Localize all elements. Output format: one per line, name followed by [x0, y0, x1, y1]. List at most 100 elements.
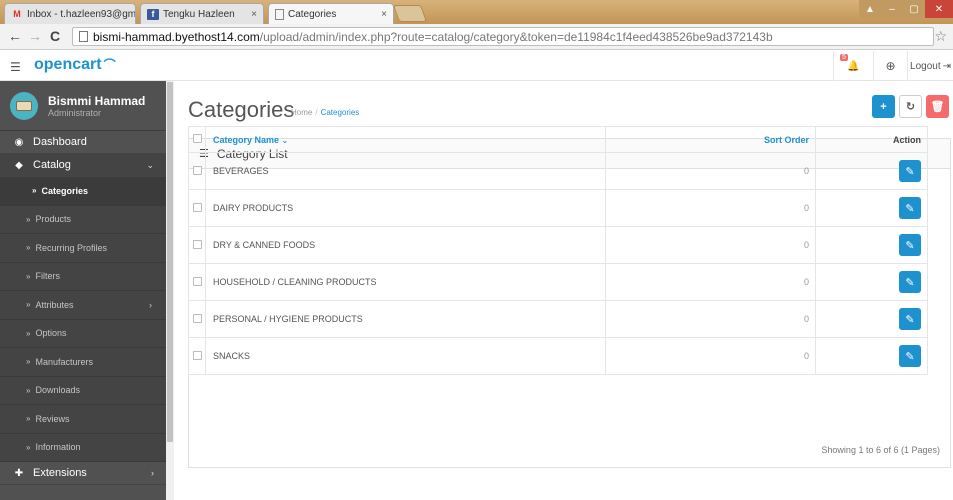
- back-arrow-icon[interactable]: ←: [8, 28, 22, 44]
- store-link-button[interactable]: ⊕: [873, 51, 907, 81]
- close-window-icon[interactable]: ✕: [925, 0, 953, 18]
- sidebar-item-catalog[interactable]: ◆ Catalog ⌄: [0, 154, 166, 177]
- forward-arrow-icon[interactable]: →: [28, 28, 42, 44]
- action-cell: ✎: [815, 337, 928, 375]
- sidebar-item-label: Attributes: [35, 299, 74, 310]
- sidebar-item-reviews[interactable]: » Reviews: [0, 405, 166, 434]
- table-row: DAIRY PRODUCTS 0 ✎: [188, 189, 928, 227]
- tab-close-icon[interactable]: ×: [377, 9, 387, 20]
- edit-button[interactable]: ✎: [899, 160, 921, 182]
- pencil-icon: ✎: [905, 239, 915, 252]
- sidebar-item-options[interactable]: » Options: [0, 319, 166, 348]
- sidebar-item-manufacturers[interactable]: » Manufacturers: [0, 348, 166, 377]
- sidebar-item-label: Recurring Profiles: [35, 242, 107, 253]
- sidebar-item-dashboard[interactable]: ◉ Dashboard: [0, 131, 166, 154]
- sidebar-item-label: Categories: [41, 185, 88, 196]
- edit-button[interactable]: ✎: [899, 234, 921, 256]
- table-row: PERSONAL / HYGIENE PRODUCTS 0 ✎: [188, 300, 928, 338]
- window-controls: ▲ – ▢ ✕: [859, 0, 953, 18]
- avatar: [10, 91, 38, 120]
- plus-icon: +: [880, 100, 887, 113]
- sidebar-item-label: Downloads: [35, 385, 80, 396]
- sidebar-scrollbar-thumb[interactable]: [167, 82, 173, 442]
- browser-tab-bar: M Inbox - t.hazleen93@gma × f Tengku Haz…: [0, 0, 953, 24]
- sidebar-item-label: Options: [35, 328, 67, 339]
- sidebar-item-information[interactable]: » Information: [0, 433, 166, 462]
- column-action-label: Action: [893, 134, 921, 145]
- bookmark-star-icon[interactable]: ☆: [934, 28, 947, 45]
- url-input[interactable]: bismi-hammad.byethost14.com/upload/admin…: [72, 27, 934, 46]
- column-header-name[interactable]: Category Name ⌄: [205, 126, 606, 153]
- edit-button[interactable]: ✎: [899, 308, 921, 330]
- puzzle-icon: ✚: [14, 467, 24, 479]
- user-name: Bismmi Hammad: [48, 93, 146, 108]
- tag-icon: ◆: [15, 159, 23, 171]
- sidebar: Bismmi Hammad Administrator ◉ Dashboard …: [0, 81, 166, 500]
- url-host: bismi-hammad.byethost14.com: [93, 29, 260, 44]
- delete-button[interactable]: 🗑: [926, 95, 949, 118]
- breadcrumb-home[interactable]: Home: [291, 108, 312, 117]
- row-checkbox[interactable]: [192, 239, 202, 249]
- action-cell: ✎: [815, 189, 928, 227]
- double-chevron-icon: »: [26, 300, 31, 310]
- reload-icon[interactable]: C: [50, 28, 60, 44]
- table-row: HOUSEHOLD / CLEANING PRODUCTS 0 ✎: [188, 263, 928, 301]
- tab-close-icon[interactable]: ×: [247, 9, 257, 20]
- row-select-cell: [188, 300, 206, 338]
- sidebar-item-extensions[interactable]: ✚ Extensions ›: [0, 462, 166, 485]
- sort-order-cell: 0: [605, 226, 816, 264]
- user-profile-icon[interactable]: ▲: [859, 0, 881, 18]
- chevron-down-icon: ⌄: [146, 159, 154, 170]
- row-checkbox[interactable]: [192, 276, 202, 286]
- row-checkbox[interactable]: [192, 313, 202, 323]
- logout-button[interactable]: Logout ⇥: [907, 51, 953, 81]
- category-table: Category Name ⌄ Sort Order Action BEVERA…: [188, 126, 928, 375]
- category-name-cell: DAIRY PRODUCTS: [205, 189, 606, 227]
- pencil-icon: ✎: [905, 202, 915, 215]
- breadcrumb-categories[interactable]: Categories: [321, 108, 360, 117]
- sidebar-item-categories[interactable]: » Categories: [0, 177, 166, 206]
- row-checkbox[interactable]: [192, 350, 202, 360]
- notification-badge: 5: [840, 54, 848, 61]
- page-icon: [275, 8, 284, 20]
- double-chevron-icon: »: [26, 414, 31, 424]
- user-profile[interactable]: Bismmi Hammad Administrator: [0, 81, 166, 131]
- logo-text: opencart: [34, 56, 102, 73]
- sidebar-item-label: Filters: [35, 271, 60, 282]
- opencart-logo[interactable]: opencart ⌒: [34, 56, 116, 74]
- refresh-icon: ↻: [905, 101, 916, 113]
- browser-tab-facebook[interactable]: f Tengku Hazleen ×: [140, 3, 264, 24]
- rebuild-button[interactable]: ↻: [899, 95, 922, 118]
- sidebar-item-downloads[interactable]: » Downloads: [0, 376, 166, 405]
- new-tab-button[interactable]: [392, 5, 428, 22]
- sidebar-item-filters[interactable]: » Filters: [0, 262, 166, 291]
- sort-caret-icon: ⌄: [281, 135, 289, 145]
- row-checkbox[interactable]: [192, 165, 202, 175]
- sidebar-item-products[interactable]: » Products: [0, 205, 166, 234]
- sidebar-item-recurring-profiles[interactable]: » Recurring Profiles: [0, 234, 166, 263]
- dashboard-icon: ◉: [14, 136, 24, 148]
- edit-button[interactable]: ✎: [899, 345, 921, 367]
- chevron-right-icon: ›: [149, 299, 152, 310]
- user-role: Administrator: [48, 107, 102, 118]
- double-chevron-icon: »: [32, 186, 37, 196]
- edit-button[interactable]: ✎: [899, 197, 921, 219]
- add-new-button[interactable]: +: [872, 95, 895, 118]
- browser-tab-categories[interactable]: Categories ×: [268, 3, 394, 24]
- column-header-action: Action: [815, 126, 928, 153]
- column-sort-label: Sort Order: [763, 134, 809, 145]
- edit-button[interactable]: ✎: [899, 271, 921, 293]
- category-name-cell: SNACKS: [205, 337, 606, 375]
- minimize-icon[interactable]: –: [881, 0, 903, 18]
- menu-toggle-icon[interactable]: ☰: [10, 60, 21, 74]
- column-header-sort-order[interactable]: Sort Order: [605, 126, 816, 153]
- sidebar-item-attributes[interactable]: » Attributes ›: [0, 291, 166, 320]
- notifications-button[interactable]: 5 🔔: [833, 51, 873, 81]
- maximize-icon[interactable]: ▢: [903, 0, 925, 18]
- select-all-checkbox[interactable]: [192, 134, 202, 143]
- row-checkbox[interactable]: [192, 202, 202, 212]
- table-header-row: Category Name ⌄ Sort Order Action: [188, 126, 928, 153]
- row-select-cell: [188, 226, 206, 264]
- browser-tab-gmail[interactable]: M Inbox - t.hazleen93@gma ×: [4, 3, 136, 24]
- logout-label: Logout: [910, 60, 941, 72]
